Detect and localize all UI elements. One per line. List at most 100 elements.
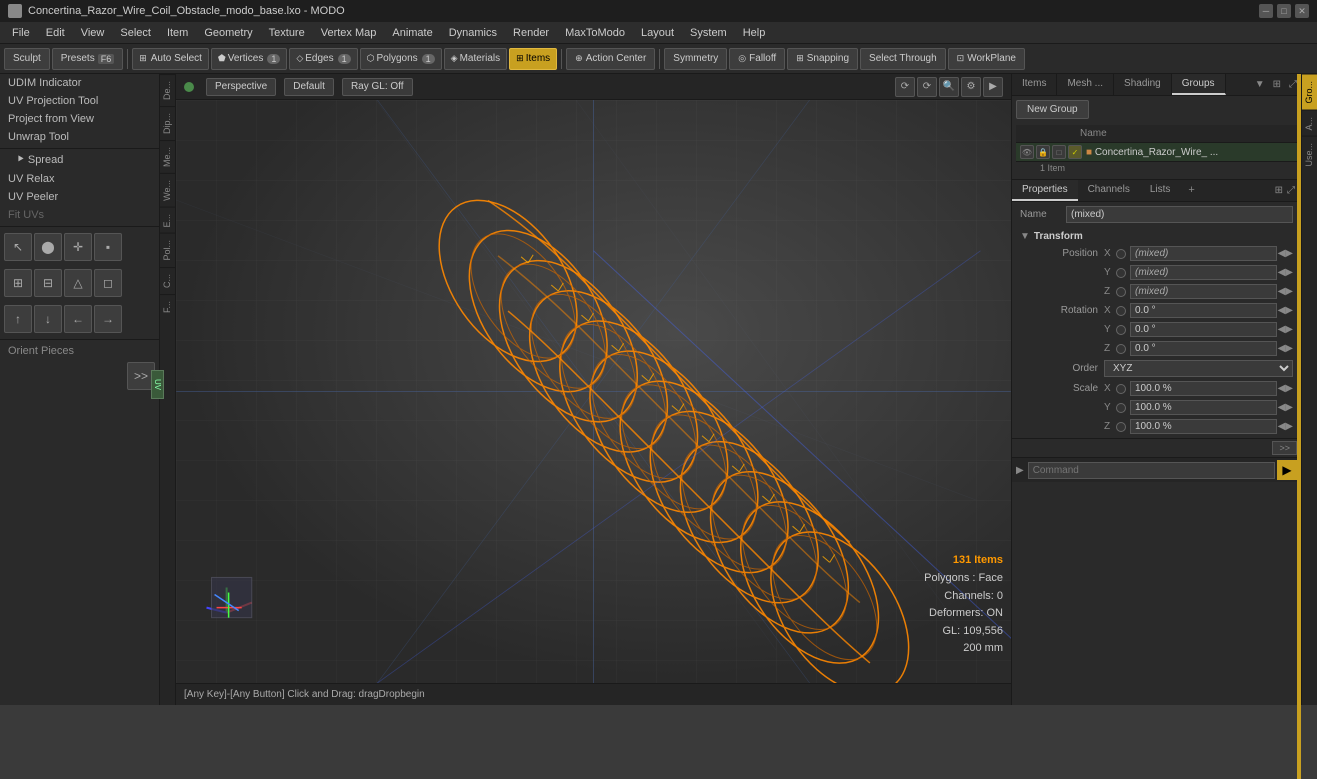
pos-y-arrow[interactable]: ◀▶ <box>1277 267 1293 278</box>
menu-system[interactable]: System <box>682 25 735 41</box>
prop-tab-properties[interactable]: Properties <box>1012 180 1078 201</box>
props-position-x-input[interactable] <box>1130 246 1277 261</box>
vertices-button[interactable]: ⬟ Vertices 1 <box>211 48 287 70</box>
scale-y-arrow[interactable]: ◀▶ <box>1277 402 1293 413</box>
icon-arrow-left[interactable]: ← <box>64 305 92 333</box>
rp-tab-items[interactable]: Items <box>1012 74 1057 95</box>
left-panel-item-project-view[interactable]: Project from View <box>0 110 159 128</box>
props-fullscreen-btn[interactable]: ⤢ <box>1285 185 1297 196</box>
presets-button[interactable]: Presets F6 <box>52 48 123 70</box>
rot-y-arrow[interactable]: ◀▶ <box>1277 324 1293 335</box>
menu-file[interactable]: File <box>4 25 38 41</box>
icon-arrow-up[interactable]: ↑ <box>4 305 32 333</box>
groups-item-visible-icon[interactable]: ✓ <box>1068 145 1082 159</box>
menu-edit[interactable]: Edit <box>38 25 73 41</box>
left-panel-item-uv-relax[interactable]: UV Relax <box>0 170 159 188</box>
props-transform-header[interactable]: ▼ Transform <box>1020 229 1293 244</box>
props-more-btn[interactable]: >> <box>1272 441 1297 455</box>
viewport-canvas[interactable]: 131 Items Polygons : Face Channels: 0 De… <box>176 100 1011 683</box>
icon-move[interactable]: ✛ <box>64 233 92 261</box>
props-scale-z-input[interactable] <box>1130 419 1277 434</box>
side-tab-c[interactable]: C... <box>160 267 175 294</box>
rp-tab-groups[interactable]: Groups <box>1172 74 1226 95</box>
rp-tab-dropdown[interactable]: ▼ <box>1251 77 1269 92</box>
rp-tab-shading[interactable]: Shading <box>1114 74 1172 95</box>
left-panel-item-uv-projection[interactable]: UV Projection Tool <box>0 92 159 110</box>
symmetry-button[interactable]: Symmetry <box>664 48 727 70</box>
action-center-button[interactable]: ⊕ Action Center <box>566 48 655 70</box>
icon-cube[interactable]: ▪ <box>94 233 122 261</box>
icon-sphere[interactable]: ⬤ <box>34 233 62 261</box>
icon-grid[interactable]: ⊞ <box>4 269 32 297</box>
side-tab-we[interactable]: We... <box>160 173 175 207</box>
scale-y-circle[interactable] <box>1116 403 1126 413</box>
icon-arrow-up-left[interactable]: ↖ <box>4 233 32 261</box>
rside-tab-use[interactable]: Use... <box>1302 136 1317 173</box>
viewport-search-btn[interactable]: 🔍 <box>939 77 959 97</box>
groups-item-eye-icon[interactable]: 👁 <box>1020 145 1034 159</box>
scale-x-arrow[interactable]: ◀▶ <box>1277 383 1293 394</box>
viewport[interactable]: Perspective Default Ray GL: Off ⟳ ⟳ 🔍 ⚙ … <box>176 74 1011 705</box>
props-rotation-z-input[interactable] <box>1130 341 1277 356</box>
side-tab-me[interactable]: Me... <box>160 140 175 173</box>
menu-animate[interactable]: Animate <box>384 25 440 41</box>
props-position-y-input[interactable] <box>1130 265 1277 280</box>
props-rotation-y-input[interactable] <box>1130 322 1277 337</box>
snapping-button[interactable]: ⊞ Snapping <box>787 48 858 70</box>
viewport-raygl-btn[interactable]: Ray GL: Off <box>342 78 413 96</box>
icon-uv-grid[interactable]: ⊟ <box>34 269 62 297</box>
workplane-button[interactable]: ⊡ WorkPlane <box>948 48 1025 70</box>
pos-y-circle[interactable] <box>1116 268 1126 278</box>
viewport-settings-btn[interactable]: ⚙ <box>961 77 981 97</box>
menu-layout[interactable]: Layout <box>633 25 682 41</box>
side-tab-f[interactable]: F... <box>160 294 175 319</box>
menu-render[interactable]: Render <box>505 25 557 41</box>
prop-tab-add[interactable]: + <box>1180 180 1202 201</box>
groups-item-box-icon[interactable]: □ <box>1052 145 1066 159</box>
rot-x-arrow[interactable]: ◀▶ <box>1277 305 1293 316</box>
icon-mountain[interactable]: △ <box>64 269 92 297</box>
side-tab-e[interactable]: E... <box>160 207 175 234</box>
props-name-input[interactable] <box>1066 206 1293 223</box>
viewport-zoom-btn[interactable]: ⟳ <box>917 77 937 97</box>
left-panel-item-udim[interactable]: UDIM Indicator <box>0 74 159 92</box>
uv-tab[interactable]: UV <box>151 370 164 399</box>
left-panel-item-uv-peeler[interactable]: UV Peeler <box>0 188 159 206</box>
rside-tab-a[interactable]: A... <box>1302 110 1317 137</box>
viewport-orbit-btn[interactable]: ⟳ <box>895 77 915 97</box>
rp-tab-mesh[interactable]: Mesh ... <box>1057 74 1114 95</box>
scale-z-arrow[interactable]: ◀▶ <box>1277 421 1293 432</box>
rot-y-circle[interactable] <box>1116 325 1126 335</box>
pos-x-arrow[interactable]: ◀▶ <box>1277 248 1293 259</box>
menu-item[interactable]: Item <box>159 25 196 41</box>
menu-select[interactable]: Select <box>112 25 159 41</box>
items-button[interactable]: ⊞ Items <box>509 48 557 70</box>
menu-texture[interactable]: Texture <box>261 25 313 41</box>
close-button[interactable]: ✕ <box>1295 4 1309 18</box>
icon-cube-small[interactable]: ◻ <box>94 269 122 297</box>
menu-geometry[interactable]: Geometry <box>196 25 260 41</box>
left-panel-item-fit-uvs[interactable]: Fit UVs <box>0 206 159 224</box>
scale-x-circle[interactable] <box>1116 384 1126 394</box>
select-through-button[interactable]: Select Through <box>860 48 946 70</box>
order-dropdown[interactable]: XYZ XZY YXZ YZX ZXY ZYX <box>1104 360 1293 377</box>
side-tab-de[interactable]: De... <box>160 74 175 106</box>
menu-dynamics[interactable]: Dynamics <box>441 25 505 41</box>
minimize-button[interactable]: ─ <box>1259 4 1273 18</box>
new-group-button[interactable]: New Group <box>1016 100 1089 119</box>
viewport-more-btn[interactable]: ▶ <box>983 77 1003 97</box>
rside-tab-groups[interactable]: Gro... <box>1302 74 1317 110</box>
sculpt-button[interactable]: Sculpt <box>4 48 50 70</box>
left-panel-item-unwrap[interactable]: Unwrap Tool <box>0 128 159 146</box>
left-panel-item-spread[interactable]: ⯈ Spread <box>0 151 159 170</box>
pos-z-circle[interactable] <box>1116 287 1126 297</box>
groups-item-lock-icon[interactable]: 🔒 <box>1036 145 1050 159</box>
rot-x-circle[interactable] <box>1116 306 1126 316</box>
side-tab-dip[interactable]: Dip... <box>160 106 175 140</box>
falloff-button[interactable]: ◎ Falloff <box>729 48 785 70</box>
icon-arrow-right[interactable]: → <box>94 305 122 333</box>
command-input[interactable] <box>1028 462 1275 479</box>
pos-z-arrow[interactable]: ◀▶ <box>1277 286 1293 297</box>
menu-view[interactable]: View <box>73 25 113 41</box>
menu-help[interactable]: Help <box>735 25 774 41</box>
